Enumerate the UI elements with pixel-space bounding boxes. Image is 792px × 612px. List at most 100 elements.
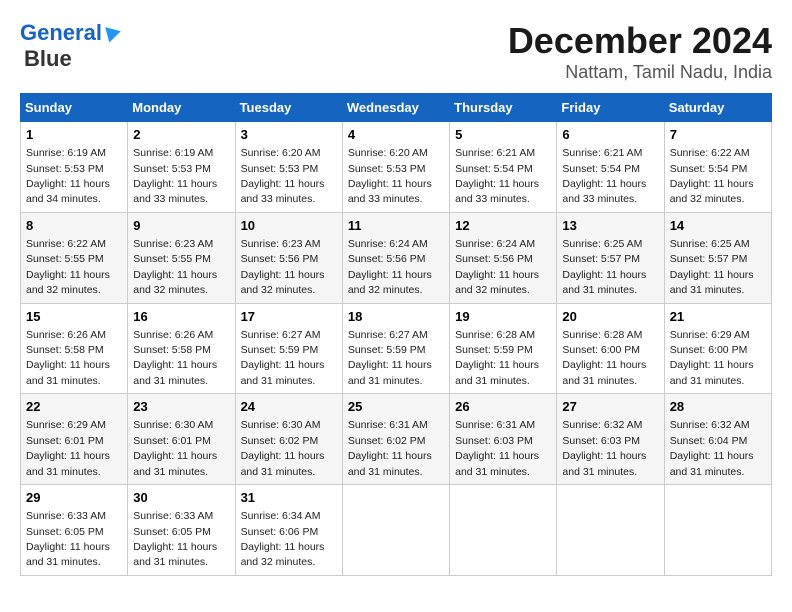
day-number: 28 [670,398,766,416]
day-number: 14 [670,217,766,235]
calendar-cell: 3 Sunrise: 6:20 AMSunset: 5:53 PMDaylight… [235,122,342,213]
day-number: 6 [562,126,658,144]
calendar-cell: 28Sunrise: 6:32 AMSunset: 6:04 PMDayligh… [664,394,771,485]
day-number: 17 [241,308,337,326]
calendar-table: SundayMondayTuesdayWednesdayThursdayFrid… [20,93,772,576]
calendar-cell: 15 Sunrise: 6:26 AMSunset: 5:58 PMDayligh… [21,303,128,394]
day-number: 19 [455,308,551,326]
day-number: 5 [455,126,551,144]
day-number: 26 [455,398,551,416]
day-details: Sunrise: 6:21 AMSunset: 5:54 PMDaylight:… [562,147,646,205]
day-number: 27 [562,398,658,416]
day-details: Sunrise: 6:22 AMSunset: 5:54 PMDaylight:… [670,147,754,205]
calendar-cell: 22Sunrise: 6:29 AMSunset: 6:01 PMDayligh… [21,394,128,485]
day-details: Sunrise: 6:25 AMSunset: 5:57 PMDaylight:… [670,238,754,296]
day-number: 20 [562,308,658,326]
calendar-cell: 9 Sunrise: 6:23 AMSunset: 5:55 PMDaylight… [128,212,235,303]
calendar-cell: 30 Sunrise: 6:33 AMSunset: 6:05 PMDayligh… [128,485,235,576]
day-number: 9 [133,217,229,235]
day-details: Sunrise: 6:27 AMSunset: 5:59 PMDaylight:… [348,329,432,387]
day-details: Sunrise: 6:29 AMSunset: 6:01 PMDaylight:… [26,419,110,477]
calendar-cell: 23 Sunrise: 6:30 AMSunset: 6:01 PMDayligh… [128,394,235,485]
calendar-cell: 5 Sunrise: 6:21 AMSunset: 5:54 PMDaylight… [450,122,557,213]
calendar-cell: 4 Sunrise: 6:20 AMSunset: 5:53 PMDaylight… [342,122,449,213]
day-details: Sunrise: 6:19 AMSunset: 5:53 PMDaylight:… [26,147,110,205]
calendar-cell: 10Sunrise: 6:23 AMSunset: 5:56 PMDayligh… [235,212,342,303]
calendar-cell: 20 Sunrise: 6:28 AMSunset: 6:00 PMDayligh… [557,303,664,394]
calendar-cell: 8 Sunrise: 6:22 AMSunset: 5:55 PMDaylight… [21,212,128,303]
day-number: 8 [26,217,122,235]
day-number: 1 [26,126,122,144]
day-header-tuesday: Tuesday [235,94,342,122]
day-details: Sunrise: 6:19 AMSunset: 5:53 PMDaylight:… [133,147,217,205]
calendar-cell: 13Sunrise: 6:25 AMSunset: 5:57 PMDayligh… [557,212,664,303]
day-number: 24 [241,398,337,416]
day-details: Sunrise: 6:28 AMSunset: 5:59 PMDaylight:… [455,329,539,387]
day-details: Sunrise: 6:22 AMSunset: 5:55 PMDaylight:… [26,238,110,296]
week-row-5: 29 Sunrise: 6:33 AMSunset: 6:05 PMDayligh… [21,485,772,576]
day-details: Sunrise: 6:28 AMSunset: 6:00 PMDaylight:… [562,329,646,387]
day-number: 31 [241,489,337,507]
day-details: Sunrise: 6:32 AMSunset: 6:03 PMDaylight:… [562,419,646,477]
day-number: 3 [241,126,337,144]
calendar-cell: 24 Sunrise: 6:30 AMSunset: 6:02 PMDayligh… [235,394,342,485]
day-header-saturday: Saturday [664,94,771,122]
calendar-title: December 2024 [508,20,772,62]
calendar-cell [664,485,771,576]
logo-text-blue: Blue [24,46,72,72]
day-number: 18 [348,308,444,326]
calendar-cell: 6 Sunrise: 6:21 AMSunset: 5:54 PMDaylight… [557,122,664,213]
title-block: December 2024 Nattam, Tamil Nadu, India [508,20,772,83]
calendar-cell: 11Sunrise: 6:24 AMSunset: 5:56 PMDayligh… [342,212,449,303]
day-details: Sunrise: 6:26 AMSunset: 5:58 PMDaylight:… [26,329,110,387]
day-details: Sunrise: 6:30 AMSunset: 6:01 PMDaylight:… [133,419,217,477]
day-number: 10 [241,217,337,235]
header-row: SundayMondayTuesdayWednesdayThursdayFrid… [21,94,772,122]
calendar-cell: 25 Sunrise: 6:31 AMSunset: 6:02 PMDayligh… [342,394,449,485]
calendar-cell: 14 Sunrise: 6:25 AMSunset: 5:57 PMDayligh… [664,212,771,303]
calendar-cell: 17 Sunrise: 6:27 AMSunset: 5:59 PMDayligh… [235,303,342,394]
calendar-cell: 19 Sunrise: 6:28 AMSunset: 5:59 PMDayligh… [450,303,557,394]
calendar-cell [450,485,557,576]
logo-text-general: General [20,20,102,46]
calendar-cell [557,485,664,576]
day-details: Sunrise: 6:27 AMSunset: 5:59 PMDaylight:… [241,329,325,387]
day-number: 25 [348,398,444,416]
day-number: 30 [133,489,229,507]
calendar-cell: 16Sunrise: 6:26 AMSunset: 5:58 PMDayligh… [128,303,235,394]
day-number: 23 [133,398,229,416]
day-details: Sunrise: 6:31 AMSunset: 6:03 PMDaylight:… [455,419,539,477]
calendar-cell: 21 Sunrise: 6:29 AMSunset: 6:00 PMDayligh… [664,303,771,394]
day-number: 21 [670,308,766,326]
day-details: Sunrise: 6:26 AMSunset: 5:58 PMDaylight:… [133,329,217,387]
calendar-cell: 29Sunrise: 6:33 AMSunset: 6:05 PMDayligh… [21,485,128,576]
day-details: Sunrise: 6:34 AMSunset: 6:06 PMDaylight:… [241,510,325,568]
day-header-friday: Friday [557,94,664,122]
day-details: Sunrise: 6:21 AMSunset: 5:54 PMDaylight:… [455,147,539,205]
logo: General Blue [20,20,121,72]
day-details: Sunrise: 6:31 AMSunset: 6:02 PMDaylight:… [348,419,432,477]
day-number: 29 [26,489,122,507]
day-details: Sunrise: 6:20 AMSunset: 5:53 PMDaylight:… [241,147,325,205]
day-number: 7 [670,126,766,144]
logo-arrow-icon [105,23,123,42]
page-header: General Blue December 2024 Nattam, Tamil… [20,20,772,83]
calendar-cell: 7 Sunrise: 6:22 AMSunset: 5:54 PMDaylight… [664,122,771,213]
day-header-thursday: Thursday [450,94,557,122]
day-header-monday: Monday [128,94,235,122]
day-details: Sunrise: 6:29 AMSunset: 6:00 PMDaylight:… [670,329,754,387]
calendar-cell: 12Sunrise: 6:24 AMSunset: 5:56 PMDayligh… [450,212,557,303]
day-header-wednesday: Wednesday [342,94,449,122]
calendar-cell: 1 Sunrise: 6:19 AMSunset: 5:53 PMDaylight… [21,122,128,213]
day-number: 4 [348,126,444,144]
day-details: Sunrise: 6:23 AMSunset: 5:55 PMDaylight:… [133,238,217,296]
day-details: Sunrise: 6:20 AMSunset: 5:53 PMDaylight:… [348,147,432,205]
day-number: 15 [26,308,122,326]
day-details: Sunrise: 6:24 AMSunset: 5:56 PMDaylight:… [455,238,539,296]
calendar-subtitle: Nattam, Tamil Nadu, India [508,62,772,83]
day-details: Sunrise: 6:33 AMSunset: 6:05 PMDaylight:… [133,510,217,568]
day-details: Sunrise: 6:30 AMSunset: 6:02 PMDaylight:… [241,419,325,477]
day-number: 2 [133,126,229,144]
day-details: Sunrise: 6:24 AMSunset: 5:56 PMDaylight:… [348,238,432,296]
calendar-cell: 18 Sunrise: 6:27 AMSunset: 5:59 PMDayligh… [342,303,449,394]
